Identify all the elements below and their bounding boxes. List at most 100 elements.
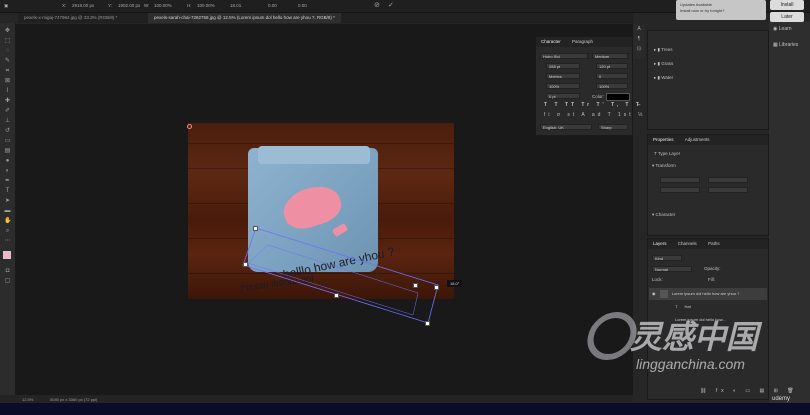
status-bar: 12.5% 5040 px x 3360 px (72 ppi): [0, 395, 633, 403]
color-label: Color:: [592, 94, 605, 99]
transform-h-field[interactable]: [708, 177, 748, 183]
horizontal-scale-field[interactable]: 100%: [596, 83, 628, 89]
blend-mode-select[interactable]: Normal: [652, 266, 692, 272]
group-row-water[interactable]: ▸ ▮ Water: [654, 75, 673, 81]
tab-document-1[interactable]: pexels-x-migaj-747964.jpg @ 33.3% (RGB/8…: [18, 13, 123, 23]
lasso-tool-icon[interactable]: ◌: [4, 48, 11, 55]
vertical-scale-field[interactable]: 100%: [546, 83, 580, 89]
w-field[interactable]: 100.00%: [154, 3, 172, 8]
screen-mode-icon[interactable]: ▢: [4, 278, 11, 285]
transform-handle[interactable]: [334, 293, 339, 298]
v-skew-field[interactable]: 0.00: [298, 3, 307, 8]
y-label: Y:: [108, 3, 113, 8]
character-panel: Character Paragraph Hobo Std Medium 288 …: [535, 36, 642, 136]
opacity-label: Opacity:: [704, 266, 721, 271]
font-style-select[interactable]: Medium: [592, 53, 628, 59]
transform-y-field[interactable]: [708, 187, 748, 193]
path-select-icon[interactable]: ➤: [4, 198, 11, 205]
commit-transform-icon[interactable]: ✓: [388, 1, 394, 9]
y-field[interactable]: 1902.00 px: [118, 3, 140, 8]
transform-x-field[interactable]: [660, 187, 700, 193]
quick-mask-icon[interactable]: ◘: [4, 268, 11, 275]
leading-field[interactable]: 120 pt: [596, 63, 628, 69]
blur-tool-icon[interactable]: ●: [4, 158, 11, 165]
font-family-select[interactable]: Hobo Std: [540, 53, 588, 59]
lock-label: Lock:: [652, 277, 663, 282]
tab-paragraph[interactable]: Paragraph: [567, 39, 598, 44]
learn-nav-item[interactable]: ◉ Learn: [773, 26, 792, 32]
move-tool-icon[interactable]: ▣: [4, 3, 8, 9]
type-tool-icon[interactable]: T: [4, 188, 11, 195]
more-tools-icon[interactable]: ⋯: [4, 238, 11, 245]
antialias-select[interactable]: Sharp: [598, 124, 628, 130]
healing-brush-icon[interactable]: ✚: [4, 98, 11, 105]
transform-w-field[interactable]: [660, 177, 700, 183]
clone-stamp-icon[interactable]: ⊥: [4, 118, 11, 125]
font-size-field[interactable]: 288 pt: [546, 63, 580, 69]
angle-field[interactable]: 18.01: [230, 3, 241, 8]
reference-point[interactable]: [187, 124, 192, 129]
transform-handle[interactable]: [413, 283, 418, 288]
zoom-tool-icon[interactable]: ⌕: [4, 228, 11, 235]
tab-channels[interactable]: Channels: [673, 241, 702, 246]
tab-properties[interactable]: Properties: [648, 137, 679, 142]
panel-collapse-icons[interactable]: A ¶ ⊡: [633, 24, 645, 59]
layer-filter-select[interactable]: Kind: [652, 255, 682, 261]
character-section[interactable]: ▾ Character: [652, 212, 675, 218]
libraries-nav-item[interactable]: ▦ Libraries: [773, 42, 798, 48]
tab-adjustments[interactable]: Adjustments: [680, 137, 715, 142]
properties-panel: Properties Adjustments T Type Layer ▾ Tr…: [647, 134, 769, 236]
transform-bounding-box[interactable]: [238, 225, 448, 330]
quick-select-icon[interactable]: ✎: [4, 58, 11, 65]
eraser-tool-icon[interactable]: ▭: [4, 138, 11, 145]
tab-character[interactable]: Character: [536, 39, 566, 44]
tab-layers[interactable]: Layers: [648, 241, 672, 246]
language-select[interactable]: English: UK: [540, 124, 592, 130]
transform-handle[interactable]: [253, 226, 258, 231]
layer-name[interactable]: Hat: [685, 304, 691, 309]
brush-tool-icon[interactable]: ✐: [4, 108, 11, 115]
hand-tool-icon[interactable]: ✋: [4, 218, 11, 225]
move-tool-icon[interactable]: ✥: [4, 28, 11, 35]
group-row-trees[interactable]: ▸ ▮ Trees: [654, 47, 673, 53]
h-field[interactable]: 100.00%: [197, 3, 215, 8]
group-row-grass[interactable]: ▸ ▮ Grass: [654, 61, 673, 67]
faux-style-buttons[interactable]: T T TT Tr T' T, T T̶: [544, 102, 642, 108]
kerning-field[interactable]: Metrics: [546, 73, 580, 79]
frame-tool-icon[interactable]: ⊠: [4, 78, 11, 85]
marquee-tool-icon[interactable]: ⬚: [4, 38, 11, 45]
opentype-buttons[interactable]: fi σ st A ad T 1st ½: [544, 112, 645, 118]
x-field[interactable]: 2918.00 px: [72, 3, 94, 8]
type-layer-label: T Type Layer: [654, 151, 681, 156]
notification-body: Install now or try tonight?: [680, 8, 725, 13]
shape-tool-icon[interactable]: ▬: [4, 208, 11, 215]
transform-section[interactable]: ▾ Transform: [652, 163, 676, 169]
install-button[interactable]: Install: [770, 0, 804, 10]
transform-handle[interactable]: [243, 262, 248, 267]
gradient-tool-icon[interactable]: ▤: [4, 148, 11, 155]
foreground-color-swatch[interactable]: [3, 251, 11, 259]
layer-name[interactable]: Lorem ipsum dol hello how are yhou ?: [672, 291, 740, 296]
baseline-shift-field[interactable]: 0 pt: [546, 93, 580, 99]
tracking-field[interactable]: 0: [596, 73, 628, 79]
zoom-level[interactable]: 12.5%: [22, 397, 33, 402]
tab-document-2[interactable]: pexels-sarah-chai-7262758.jpg @ 12.5% (L…: [148, 13, 341, 23]
tab-paths[interactable]: Paths: [703, 241, 725, 246]
history-brush-icon[interactable]: ↺: [4, 128, 11, 135]
udemy-watermark: udemy: [772, 396, 791, 402]
later-button[interactable]: Later: [770, 12, 804, 22]
bottom-bar: [0, 403, 810, 415]
dodge-tool-icon[interactable]: ◐: [4, 168, 11, 175]
visibility-eye-icon[interactable]: ◉: [652, 291, 656, 296]
pen-tool-icon[interactable]: ✒: [4, 178, 11, 185]
layer-row-selected[interactable]: ◉ Lorem ipsum dol hello how are yhou ?: [649, 288, 767, 300]
pouch-drawstring: [258, 146, 370, 164]
eyedropper-icon[interactable]: ⌇: [4, 88, 11, 95]
h-skew-field[interactable]: 0.00: [268, 3, 277, 8]
transform-handle[interactable]: [425, 321, 430, 326]
cancel-transform-icon[interactable]: ⊘: [374, 1, 380, 9]
text-color-swatch[interactable]: [606, 93, 630, 101]
transform-handle[interactable]: [434, 285, 439, 290]
layers-footer-icons[interactable]: ⛓ fx ◐ ▭ ▤ ⊞ 🗑: [700, 388, 798, 394]
crop-tool-icon[interactable]: ⌗: [4, 68, 11, 75]
